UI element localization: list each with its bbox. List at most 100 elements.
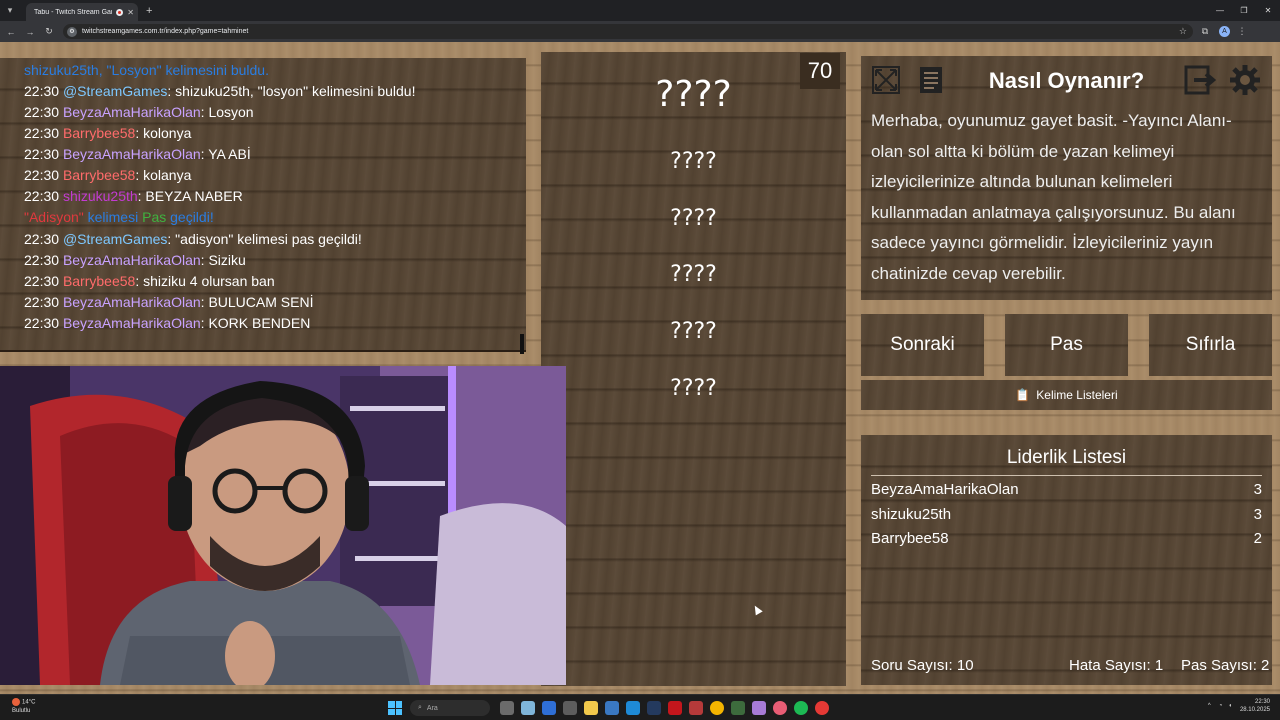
weather-temp: 14°C	[22, 699, 36, 706]
pass-button[interactable]: Pas	[1005, 314, 1128, 376]
volume-icon[interactable]: ◖	[1228, 703, 1232, 709]
forbidden-word: ????	[670, 319, 717, 344]
app-icon[interactable]	[541, 701, 556, 715]
extensions-icon[interactable]: ⧉	[1197, 26, 1213, 37]
chat-text: : shiziku 4 olursan ban	[135, 273, 275, 289]
player-score: 2	[1253, 530, 1262, 547]
chat-time: 22:30	[24, 188, 60, 204]
chat-text: : kolonya	[135, 125, 192, 141]
chat-time: 22:30	[24, 146, 60, 162]
netflix-icon[interactable]	[667, 701, 682, 715]
task-view-icon[interactable]	[499, 701, 514, 715]
app-icon[interactable]	[604, 701, 619, 715]
chat-text: kelimesi	[83, 209, 143, 225]
weather-widget[interactable]: 14°C Bulutlu	[12, 698, 35, 715]
chat-text: , "Losyon" kelimesini buldu.	[98, 62, 269, 78]
chat-time: 22:30	[24, 315, 60, 331]
app-icon[interactable]	[646, 701, 661, 715]
settings-button[interactable]	[1229, 64, 1261, 96]
chat-message: 22:30 @StreamGames: shizuku25th, "losyon…	[24, 83, 415, 99]
app-icon[interactable]	[688, 701, 703, 715]
search-icon: ⌕	[418, 704, 422, 711]
window-close-icon[interactable]: ✕	[1256, 0, 1280, 21]
exit-button[interactable]	[1184, 64, 1216, 96]
tab-search-icon[interactable]: ▾	[0, 0, 20, 21]
bookmark-star-icon[interactable]: ☆	[1179, 26, 1187, 37]
player-score: 3	[1253, 481, 1262, 498]
chat-user: BeyzaAmaHarikaOlan	[62, 146, 201, 162]
webcam-image	[0, 366, 566, 685]
clock[interactable]: 22:30 28.10.2025	[1240, 698, 1270, 714]
browser-tab[interactable]: Tabu - Twitch Stream Game ✕	[26, 3, 138, 21]
app-icon[interactable]	[751, 701, 766, 715]
chat-message: 22:30 Barrybee58: kolanya	[24, 167, 191, 183]
chat-message: shizuku25th, "Losyon" kelimesini buldu.	[24, 62, 269, 78]
search-placeholder: Ara	[426, 704, 438, 712]
taskbar-apps: ⌕ Ara	[388, 698, 832, 718]
chat-message: 22:30 shizuku25th: BEYZA NABER	[24, 188, 243, 204]
url-field[interactable]: ⚙ twitchstreamgames.com.tr/index.php?gam…	[63, 24, 1193, 39]
chat-text: : YA ABİ	[200, 146, 251, 162]
forward-icon[interactable]: →	[22, 27, 38, 37]
file-explorer-icon[interactable]	[583, 701, 598, 715]
reset-button[interactable]: Sıfırla	[1149, 314, 1272, 376]
forbidden-word: ????	[670, 262, 717, 287]
widgets-icon[interactable]	[520, 701, 535, 715]
player-name: Barrybee58	[871, 530, 949, 547]
app-icon[interactable]	[814, 701, 829, 715]
start-icon[interactable]	[388, 701, 402, 715]
chat-user: Barrybee58	[62, 273, 136, 289]
timer: 70	[800, 53, 840, 89]
chat-user: BeyzaAmaHarikaOlan	[62, 315, 201, 331]
word-lists-button[interactable]: 📋 Kelime Listeleri	[861, 380, 1272, 410]
chat-time: 22:30	[24, 167, 60, 183]
forbidden-word: ????	[670, 149, 717, 174]
chat-user: Barrybee58	[62, 167, 136, 183]
chat-text: : BEYZA NABER	[137, 188, 243, 204]
app-icon[interactable]	[562, 701, 577, 715]
minimize-icon[interactable]: —	[1208, 0, 1232, 21]
chrome-icon[interactable]	[709, 701, 724, 715]
chat-message: 22:30 BeyzaAmaHarikaOlan: YA ABİ	[24, 146, 251, 162]
taskbar: 14°C Bulutlu ⌕ Ara ^ ◔ ◖ 22:30 28.10.202…	[0, 694, 1280, 720]
app-icon[interactable]	[730, 701, 745, 715]
tray-chevron-icon[interactable]: ^	[1208, 703, 1211, 709]
forbidden-word: ????	[670, 376, 717, 401]
menu-icon[interactable]: ⋮	[1234, 26, 1250, 37]
taskbar-search[interactable]: ⌕ Ara	[410, 700, 490, 716]
chat-user: Barrybee58	[62, 125, 136, 141]
chat-message: 22:30 @StreamGames: "adisyon" kelimesi p…	[24, 231, 362, 247]
chat-text: : "adisyon" kelimesi pas geçildi!	[167, 231, 362, 247]
gear-icon	[1230, 65, 1260, 95]
tab-close-icon[interactable]: ✕	[127, 8, 134, 17]
next-button[interactable]: Sonraki	[861, 314, 984, 376]
profile-avatar[interactable]: A	[1219, 26, 1230, 37]
chat-user: shizuku25th	[24, 62, 99, 78]
tab-title: Tabu - Twitch Stream Game	[34, 8, 113, 16]
game-page: shizuku25th, "Losyon" kelimesini buldu. 2…	[0, 42, 1280, 694]
chat-time: 22:30	[24, 231, 60, 247]
new-tab-icon[interactable]: +	[146, 5, 152, 17]
chat-message: 22:30 BeyzaAmaHarikaOlan: Siziku	[24, 252, 246, 268]
spotify-icon[interactable]	[793, 701, 808, 715]
weather-icon	[12, 698, 20, 706]
chat-text: : Losyon	[200, 104, 254, 120]
chat-message: 22:30 BeyzaAmaHarikaOlan: Losyon	[24, 104, 254, 120]
chat-user: @StreamGames	[62, 231, 168, 247]
how-to-play-panel: Nasıl Oynanır? Merhaba, oyunumuz gayet b…	[861, 56, 1272, 300]
edge-icon[interactable]	[625, 701, 640, 715]
chat-scrollbar[interactable]	[520, 334, 524, 354]
forbidden-word: ????	[670, 206, 717, 231]
weather-desc: Bulutlu	[12, 707, 31, 714]
app-icon[interactable]	[772, 701, 787, 715]
reload-icon[interactable]: ↻	[41, 26, 57, 37]
restore-icon[interactable]: ❐	[1232, 0, 1256, 21]
exit-icon	[1184, 65, 1216, 95]
back-icon[interactable]: ←	[3, 27, 19, 37]
how-to-play-text: Merhaba, oyunumuz gayet basit. -Yayıncı …	[871, 111, 1236, 283]
wifi-icon[interactable]: ◔	[1219, 703, 1223, 709]
chat-user: @StreamGames	[62, 83, 168, 99]
leaderboard-row: Barrybee58 2	[871, 530, 1262, 547]
site-info-icon[interactable]: ⚙	[67, 26, 77, 37]
chat-text: : Siziku	[200, 252, 246, 268]
